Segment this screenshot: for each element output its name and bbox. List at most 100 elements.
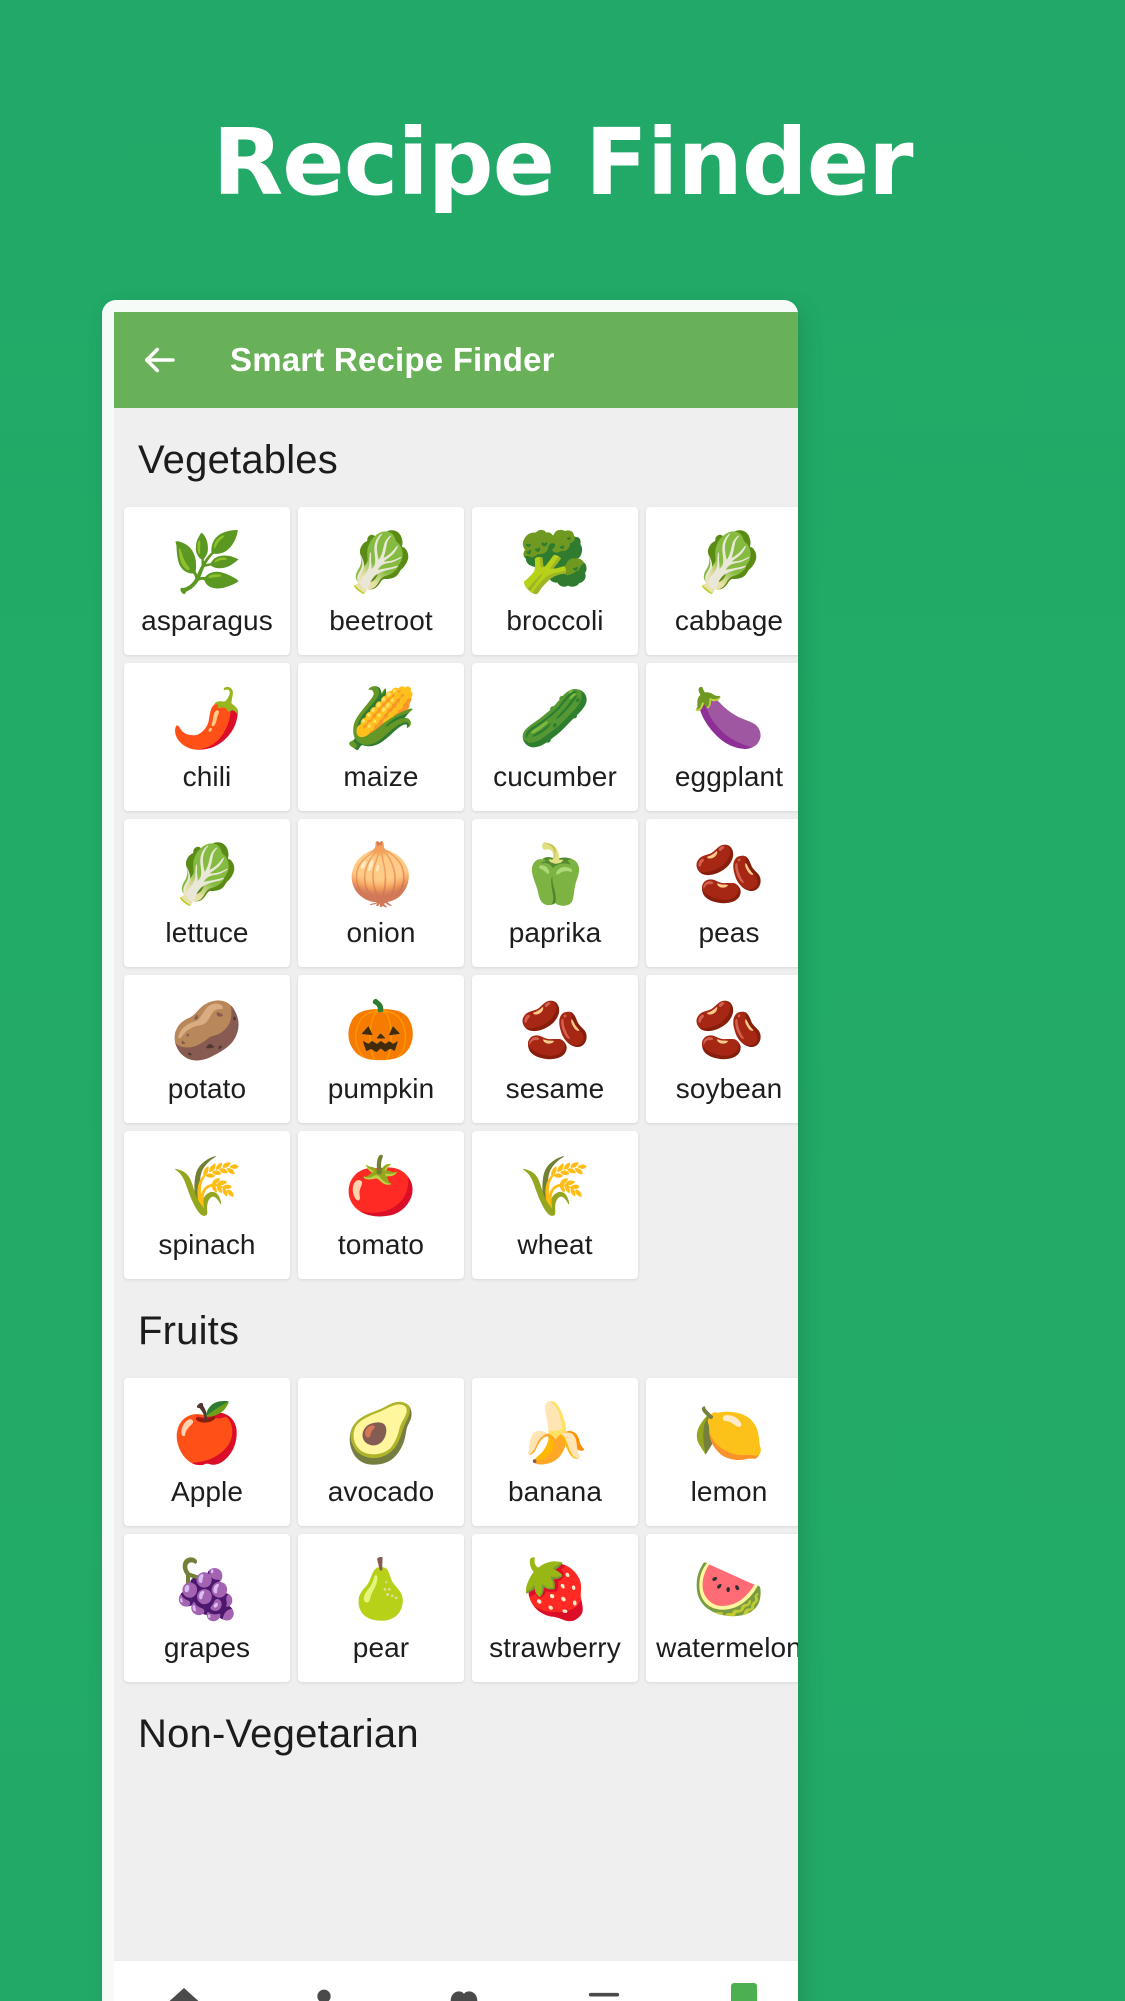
heart-icon xyxy=(450,1991,478,2001)
grapes-icon: 🍇 xyxy=(170,1555,244,1623)
soybean-icon: 🫘 xyxy=(692,996,766,1064)
ingredient-label: Apple xyxy=(170,1476,244,1507)
ingredient-card[interactable]: 🍆 eggplant xyxy=(646,663,798,811)
tomato-icon: 🍅 xyxy=(344,1152,418,1220)
ingredient-card[interactable]: 🍅 tomato xyxy=(298,1131,464,1279)
ingredient-card[interactable]: 🍐 pear xyxy=(298,1534,464,1682)
ingredient-label: cabbage xyxy=(674,605,784,636)
maize-icon: 🌽 xyxy=(344,684,418,752)
ingredient-card[interactable]: 🌾 spinach xyxy=(124,1131,290,1279)
ingredient-label: peas xyxy=(698,917,760,948)
nav-item-profile[interactable] xyxy=(279,1983,369,2001)
ingredient-label: lemon xyxy=(690,1476,768,1507)
pear-icon: 🍐 xyxy=(344,1555,418,1623)
sesame-icon: 🫘 xyxy=(518,996,592,1064)
nav-item-list[interactable] xyxy=(559,1983,649,2001)
ingredient-card[interactable]: 🥬 lettuce xyxy=(124,819,290,967)
peas-icon: 🫘 xyxy=(692,840,766,908)
ingredient-label: chili xyxy=(182,761,232,792)
nav-item-home[interactable] xyxy=(139,1983,229,2001)
ingredient-label: strawberry xyxy=(489,1632,621,1663)
watermelon-icon: 🍉 xyxy=(692,1555,766,1623)
ingredient-card[interactable]: 🌶️ chili xyxy=(124,663,290,811)
accent-icon xyxy=(731,1983,757,2001)
ingredient-card[interactable]: 🎃 pumpkin xyxy=(298,975,464,1123)
home-icon xyxy=(169,1988,199,2001)
asparagus-icon: 🌿 xyxy=(170,528,244,596)
app-bar: Smart Recipe Finder xyxy=(114,312,798,408)
chili-icon: 🌶️ xyxy=(170,684,244,752)
ingredient-label: broccoli xyxy=(506,605,604,636)
ingredient-card[interactable]: 🌿 asparagus xyxy=(124,507,290,655)
ingredient-label: potato xyxy=(167,1073,247,1104)
ingredient-card[interactable]: 🧅 onion xyxy=(298,819,464,967)
page-title: Recipe Finder xyxy=(212,109,913,216)
ingredient-card[interactable]: 🫘 peas xyxy=(646,819,798,967)
ingredient-label: paprika xyxy=(508,917,602,948)
ingredient-label: banana xyxy=(507,1476,603,1507)
ingredient-list[interactable]: Vegetables 🌿 asparagus 🥬 beetroot 🥦 broccoli 🥬… xyxy=(114,408,798,1963)
ingredient-label: wheat xyxy=(517,1229,593,1260)
ingredient-card[interactable]: 🍉 watermelon xyxy=(646,1534,798,1682)
wheat-icon: 🌾 xyxy=(518,1152,592,1220)
ingredient-card[interactable]: 🥬 beetroot xyxy=(298,507,464,655)
spinach-icon: 🌾 xyxy=(170,1152,244,1220)
potato-icon: 🥔 xyxy=(170,996,244,1064)
onion-icon: 🧅 xyxy=(344,840,418,908)
ingredient-card[interactable]: 🍎 Apple xyxy=(124,1378,290,1526)
nav-item-favorites[interactable] xyxy=(419,1983,509,2001)
ingredient-card[interactable]: 🍋 lemon xyxy=(646,1378,798,1526)
ingredient-label: onion xyxy=(346,917,416,948)
ingredient-card[interactable]: 🌾 wheat xyxy=(472,1131,638,1279)
ingredient-label: lettuce xyxy=(165,917,249,948)
ingredient-label: pear xyxy=(352,1632,410,1663)
ingredient-card[interactable]: 🥒 cucumber xyxy=(472,663,638,811)
ingredient-card[interactable]: 🥑 avocado xyxy=(298,1378,464,1526)
grid-vegetables: 🌿 asparagus 🥬 beetroot 🥦 broccoli 🥬 cabbage 🌶️ ch… xyxy=(114,507,798,1279)
broccoli-icon: 🥦 xyxy=(518,528,592,596)
arrow-left-icon[interactable] xyxy=(136,337,182,383)
apple-icon: 🍎 xyxy=(170,1399,244,1467)
ingredient-label: eggplant xyxy=(674,761,784,792)
ingredient-card[interactable]: 🫑 paprika xyxy=(472,819,638,967)
app-bar-title: Smart Recipe Finder xyxy=(230,341,555,378)
ingredient-label: soybean xyxy=(675,1073,783,1104)
pumpkin-icon: 🎃 xyxy=(344,996,418,1064)
ingredient-label: watermelon xyxy=(656,1632,798,1663)
ingredient-label: grapes xyxy=(163,1632,251,1663)
paprika-icon: 🫑 xyxy=(518,840,592,908)
banana-icon: 🍌 xyxy=(518,1399,592,1467)
ingredient-card[interactable]: 🥬 cabbage xyxy=(646,507,798,655)
cabbage-icon: 🥬 xyxy=(692,528,766,596)
phone-mockup: Smart Recipe Finder Vegetables 🌿 asparagu… xyxy=(102,300,798,2001)
ingredient-card[interactable]: 🍌 banana xyxy=(472,1378,638,1526)
ingredient-card[interactable]: 🍓 strawberry xyxy=(472,1534,638,1682)
lettuce-icon: 🥬 xyxy=(170,840,244,908)
ingredient-card[interactable]: 🫘 soybean xyxy=(646,975,798,1123)
strawberry-icon: 🍓 xyxy=(518,1555,592,1623)
section-header-vegetables: Vegetables xyxy=(138,438,338,482)
avocado-icon: 🥑 xyxy=(344,1399,418,1467)
section-header-non-vegetarian: Non-Vegetarian xyxy=(138,1712,419,1756)
ingredient-card[interactable]: 🌽 maize xyxy=(298,663,464,811)
beetroot-icon: 🥬 xyxy=(344,528,418,596)
ingredient-label: cucumber xyxy=(493,761,617,792)
ingredient-label: sesame xyxy=(505,1073,605,1104)
ingredient-card[interactable]: 🍇 grapes xyxy=(124,1534,290,1682)
phone-screen: Smart Recipe Finder Vegetables 🌿 asparagu… xyxy=(114,312,798,2001)
eggplant-icon: 🍆 xyxy=(692,684,766,752)
ingredient-card[interactable]: 🫘 sesame xyxy=(472,975,638,1123)
section-header-fruits: Fruits xyxy=(138,1309,240,1353)
ingredient-label: beetroot xyxy=(329,605,433,636)
ingredient-card[interactable]: 🥔 potato xyxy=(124,975,290,1123)
nav-item-accent[interactable] xyxy=(699,1983,789,2001)
ingredient-label: spinach xyxy=(158,1229,256,1260)
list-icon xyxy=(588,1992,620,1997)
ingredient-label: pumpkin xyxy=(327,1073,435,1104)
person-icon xyxy=(317,1989,331,2001)
ingredient-label: tomato xyxy=(337,1229,425,1260)
ingredient-card[interactable]: 🥦 broccoli xyxy=(472,507,638,655)
ingredient-label: avocado xyxy=(327,1476,435,1507)
lemon-icon: 🍋 xyxy=(692,1399,766,1467)
cucumber-icon: 🥒 xyxy=(518,684,592,752)
